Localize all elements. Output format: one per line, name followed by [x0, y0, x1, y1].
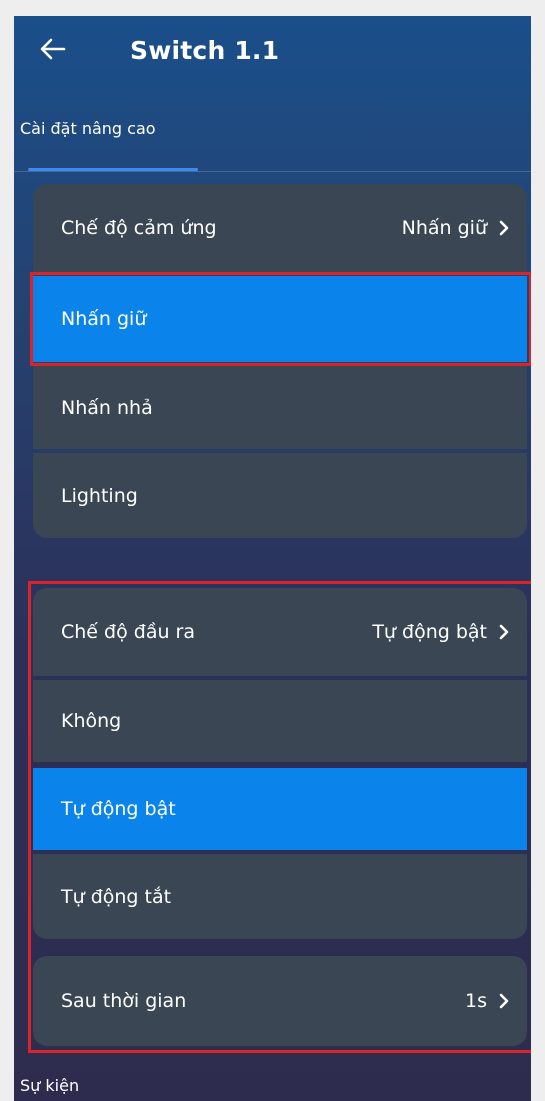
- touch-mode-option-press-release[interactable]: Nhấn nhả: [33, 366, 527, 449]
- delay-row[interactable]: Sau thời gian 1s: [33, 956, 527, 1046]
- delay-value: 1s: [465, 990, 487, 1012]
- touch-mode-label: Chế độ cảm ứng: [61, 217, 217, 239]
- tab-divider: [14, 171, 531, 172]
- chevron-right-icon: [499, 220, 509, 236]
- back-arrow-icon[interactable]: [40, 38, 66, 60]
- section-events-label: Sự kiện: [20, 1076, 80, 1095]
- option-label: Tự động bật: [61, 798, 176, 820]
- chevron-right-icon: [499, 993, 509, 1009]
- output-mode-option-none[interactable]: Không: [33, 680, 527, 762]
- option-label: Nhấn nhả: [61, 396, 153, 419]
- chevron-right-icon: [499, 624, 509, 640]
- phone-screen: Switch 1.1 Cài đặt nâng cao Chế độ cảm ứ…: [14, 16, 531, 1101]
- delay-label: Sau thời gian: [61, 990, 187, 1012]
- touch-mode-row[interactable]: Chế độ cảm ứng Nhấn giữ: [33, 184, 527, 272]
- option-label: Tự động tắt: [61, 885, 172, 908]
- output-mode-value: Tự động bật: [372, 621, 487, 643]
- touch-mode-value: Nhấn giữ: [401, 217, 487, 239]
- output-mode-option-auto-on[interactable]: Tự động bật: [33, 768, 527, 850]
- output-mode-option-auto-off[interactable]: Tự động tắt: [33, 854, 527, 939]
- output-mode-row[interactable]: Chế độ đầu ra Tự động bật: [33, 588, 527, 676]
- output-mode-label: Chế độ đầu ra: [61, 621, 196, 643]
- option-label: Nhấn giữ: [61, 308, 147, 330]
- touch-mode-option-hold[interactable]: Nhấn giữ: [33, 276, 527, 362]
- option-label: Lighting: [61, 484, 138, 507]
- page-title: Switch 1.1: [130, 36, 280, 65]
- touch-mode-option-lighting[interactable]: Lighting: [33, 453, 527, 538]
- app-header: Switch 1.1: [14, 16, 531, 88]
- tab-advanced-settings[interactable]: Cài đặt nâng cao: [20, 119, 156, 138]
- option-label: Không: [61, 710, 122, 732]
